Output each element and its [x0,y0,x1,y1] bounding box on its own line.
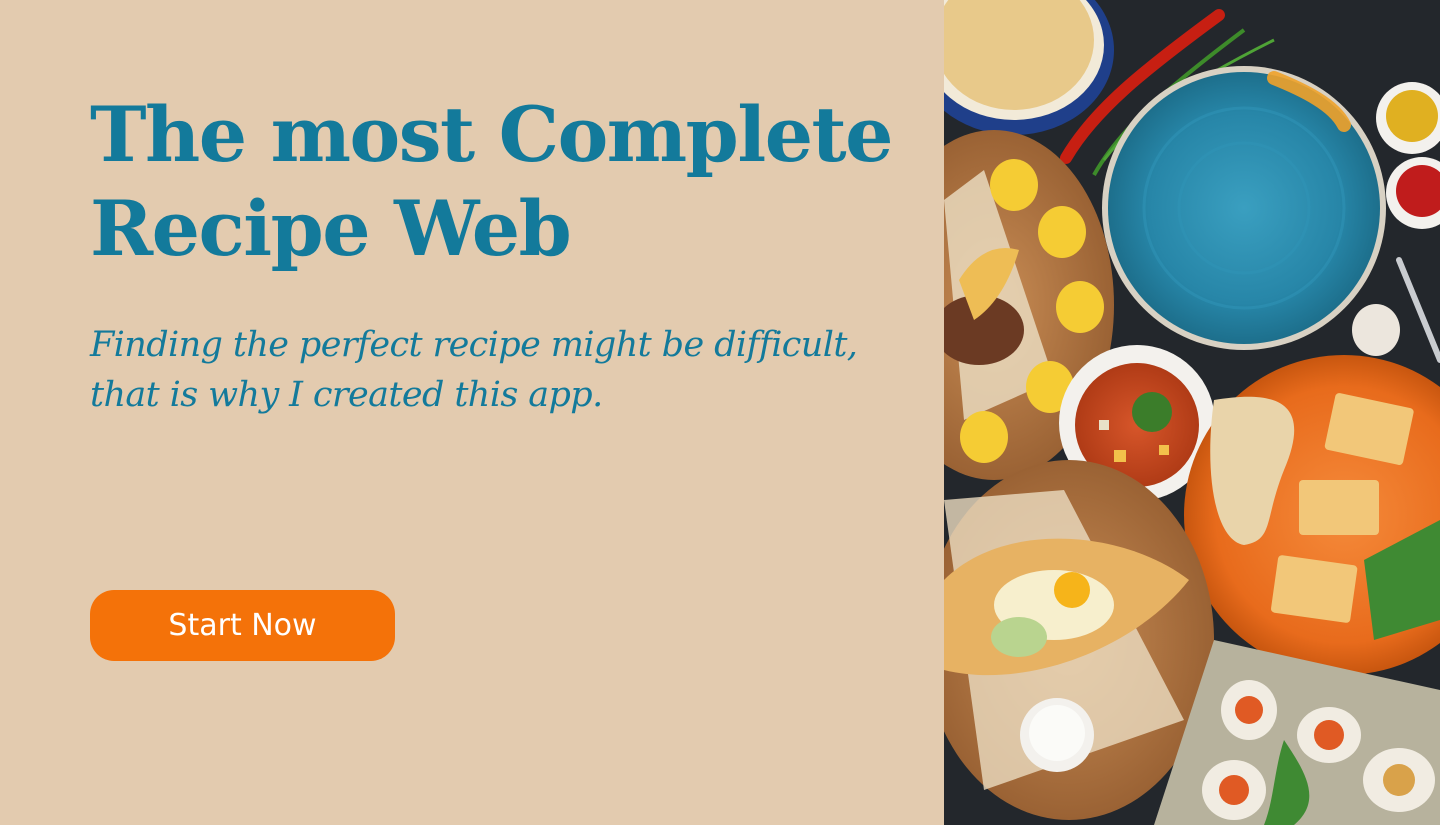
hero-section: The most Complete Recipe Web Finding the… [0,0,944,825]
hero-title-line-2: Recipe Web [90,184,572,273]
hero-subtitle: Finding the perfect recipe might be diff… [90,320,910,420]
food-photo [944,0,1440,825]
hero-title: The most Complete Recipe Web [90,88,910,276]
start-now-button[interactable]: Start Now [90,590,395,661]
hero-subtitle-line-2: that is why I created this app. [90,375,603,415]
yogurt-bowl [1020,698,1094,772]
garlic [1352,304,1400,356]
blue-plate [1102,66,1386,350]
hero-subtitle-line-1: Finding the perfect recipe might be diff… [90,325,858,365]
hero-title-line-1: The most Complete [90,90,894,179]
